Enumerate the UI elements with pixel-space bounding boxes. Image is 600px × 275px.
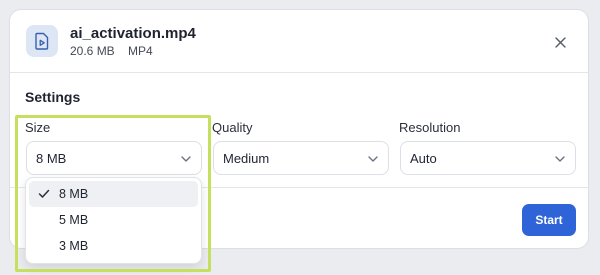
- check-icon: [38, 189, 50, 198]
- size-option-3mb[interactable]: 3 MB: [29, 233, 198, 259]
- size-select[interactable]: 8 MB: [26, 141, 202, 175]
- close-button[interactable]: [550, 32, 570, 52]
- resolution-label: Resolution: [399, 120, 461, 135]
- size-option-label: 3 MB: [59, 239, 89, 253]
- settings-title: Settings: [25, 89, 81, 105]
- file-name: ai_activation.mp4: [70, 25, 196, 42]
- video-file-icon: [26, 25, 58, 57]
- size-select-value: 8 MB: [36, 150, 67, 166]
- quality-select[interactable]: Medium: [213, 141, 389, 175]
- chevron-down-icon: [181, 156, 191, 162]
- file-format: MP4: [128, 44, 153, 58]
- size-option-label: 8 MB: [59, 187, 89, 201]
- size-label: Size: [25, 120, 51, 135]
- size-dropdown-menu: 8 MB 5 MB 3 MB: [25, 177, 202, 264]
- chevron-down-icon: [555, 156, 565, 162]
- quality-select-value: Medium: [223, 150, 270, 166]
- file-header: ai_activation.mp4 20.6 MB MP4: [10, 10, 588, 73]
- file-size: 20.6 MB: [70, 44, 115, 58]
- close-icon: [554, 36, 566, 48]
- resolution-select[interactable]: Auto: [400, 141, 576, 175]
- quality-label: Quality: [212, 120, 253, 135]
- start-button[interactable]: Start: [522, 204, 576, 236]
- size-option-label: 5 MB: [59, 213, 89, 227]
- size-option-5mb[interactable]: 5 MB: [29, 207, 198, 233]
- size-option-8mb[interactable]: 8 MB: [29, 181, 198, 207]
- file-meta: 20.6 MB MP4: [70, 44, 153, 58]
- chevron-down-icon: [368, 156, 378, 162]
- resolution-select-value: Auto: [410, 150, 437, 166]
